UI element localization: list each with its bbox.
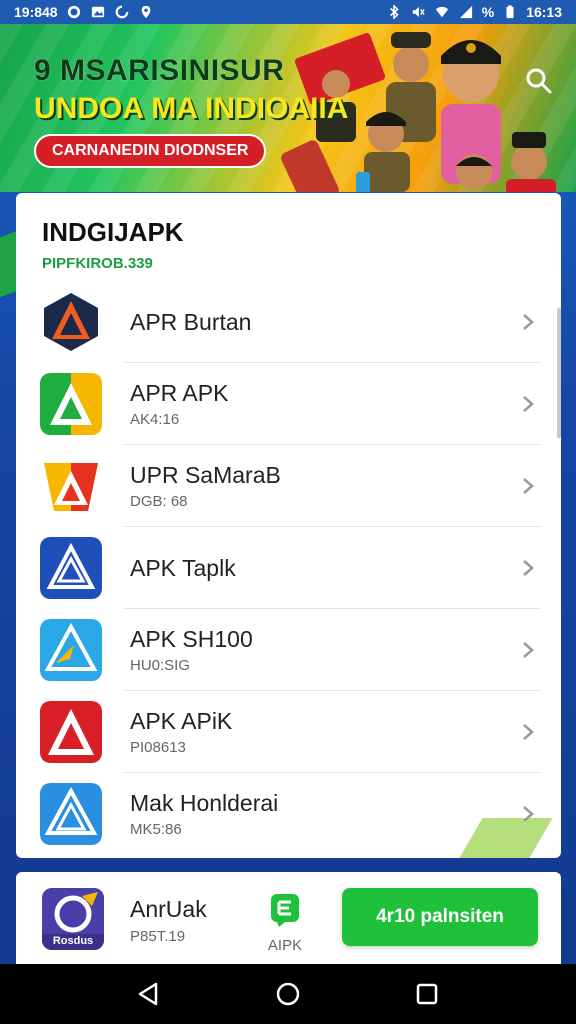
banner-cta-pill[interactable]: CARNANEDIN DIODNSER [34, 134, 267, 168]
nav-recents-button[interactable] [407, 974, 447, 1014]
app-text: APR Burtan [130, 309, 251, 336]
app-icon-cyan-triangle [40, 619, 102, 681]
app-name: APK SH100 [130, 626, 253, 652]
location-icon [141, 5, 150, 19]
app-name: APR Burtan [130, 308, 252, 335]
apk-file-icon [271, 894, 299, 927]
app-icon-yellow-red [44, 463, 98, 511]
install-button[interactable]: 4r10 palnsiten [342, 888, 538, 946]
search-icon [526, 68, 552, 94]
apk-label: AIPK [267, 937, 303, 954]
app-text: APK Taplk [130, 555, 236, 582]
bluetooth-icon [389, 5, 399, 19]
home-icon [276, 982, 300, 1006]
recents-icon [416, 983, 437, 1005]
bottom-install-bar: Rosdus AnrUak P85T.19 AIPK 4r10 palnsite… [16, 872, 561, 964]
bottom-app-name: AnrUak [130, 896, 207, 922]
card-subtitle: PIPFKIROB.339 [42, 255, 153, 272]
list-item[interactable]: APK SH100 HU0:SIG [16, 609, 561, 691]
app-name: Mak Honlderai [130, 790, 279, 816]
app-name: UPR SaMaraB [130, 462, 281, 488]
list-item[interactable]: UPR SaMaraB DGB: 68 [16, 445, 561, 527]
app-text: APK APiK PI08613 [130, 708, 232, 756]
signal-icon [459, 5, 472, 19]
app-text: APR APK AK4:16 [130, 380, 228, 428]
apk-badge[interactable]: AIPK [260, 892, 310, 954]
battery-icon [506, 5, 514, 19]
mute-icon [412, 6, 425, 18]
app-list-card: INDGIJAPK PIPFKIROB.339 APR Burtan APR A… [16, 193, 561, 858]
gallery-icon [91, 6, 104, 18]
app-icon-hexagon [44, 293, 98, 351]
list-item[interactable]: APR Burtan [16, 281, 561, 363]
status-percent: % [481, 4, 495, 20]
chevron-right-icon [523, 396, 534, 412]
app-text: APK SH100 HU0:SIG [130, 626, 253, 674]
whatsapp-icon [67, 5, 80, 19]
chevron-right-icon [523, 642, 534, 658]
app-name: APR APK [130, 380, 229, 406]
back-icon [139, 982, 158, 1006]
app-text: Mak Honlderai MK5:86 [130, 790, 278, 838]
app-version: HU0:SIG [130, 657, 191, 674]
status-bar: 19:848 % 16:13 [0, 0, 576, 24]
app-version: PI08613 [130, 739, 186, 756]
chevron-right-icon [523, 478, 534, 494]
wifi-icon [435, 6, 448, 18]
bottom-app-version: P85T.19 [130, 928, 186, 945]
app-icon-red-triangle [40, 701, 102, 763]
nav-back-button[interactable] [129, 974, 169, 1014]
app-icon-blue-outline-triangle [40, 783, 102, 845]
app-version: AK4:16 [130, 411, 180, 428]
nav-home-button[interactable] [268, 974, 308, 1014]
status-right: % 16:13 [386, 4, 562, 20]
status-time-right: 16:13 [526, 4, 562, 20]
navigation-bar [0, 964, 576, 1024]
banner-headline: 9 MSARISINISUR [34, 54, 285, 87]
app-version: MK5:86 [130, 821, 182, 838]
app-text: UPR SaMaraB DGB: 68 [130, 462, 281, 510]
banner-subheadline: UNDOA MA INDIOAIIA [34, 92, 349, 125]
list-item[interactable]: APK APiK PI08613 [16, 691, 561, 773]
chevron-right-icon [523, 314, 534, 330]
app-icon-blue-triangle [40, 537, 102, 599]
list-item[interactable]: Mak Honlderai MK5:86 [16, 773, 561, 855]
promo-banner[interactable]: 9 MSARISINISUR UNDOA MA INDIOAIIA CARNAN… [0, 24, 576, 192]
app-icon-purple[interactable]: Rosdus [42, 888, 104, 950]
app-icon-label: Rosdus [52, 935, 94, 947]
chevron-right-icon [523, 806, 534, 822]
search-button[interactable] [524, 66, 554, 96]
status-left: 19:848 [14, 4, 154, 20]
app-icon-green-triangle [40, 373, 102, 435]
app-list: APR Burtan APR APK AK4:16 UPR SaMaraB DG… [16, 281, 561, 855]
status-time-left: 19:848 [14, 4, 58, 20]
list-item[interactable]: APR APK AK4:16 [16, 363, 561, 445]
chevron-right-icon [523, 560, 534, 576]
app-version: DGB: 68 [130, 493, 188, 510]
sync-icon [115, 5, 128, 19]
banner-people-illustration [316, 32, 556, 192]
app-name: APK Taplk [130, 554, 236, 581]
app-name: APK APiK [130, 708, 233, 734]
card-title: INDGIJAPK [42, 217, 184, 247]
chevron-right-icon [523, 724, 534, 740]
list-item[interactable]: APK Taplk [16, 527, 561, 609]
